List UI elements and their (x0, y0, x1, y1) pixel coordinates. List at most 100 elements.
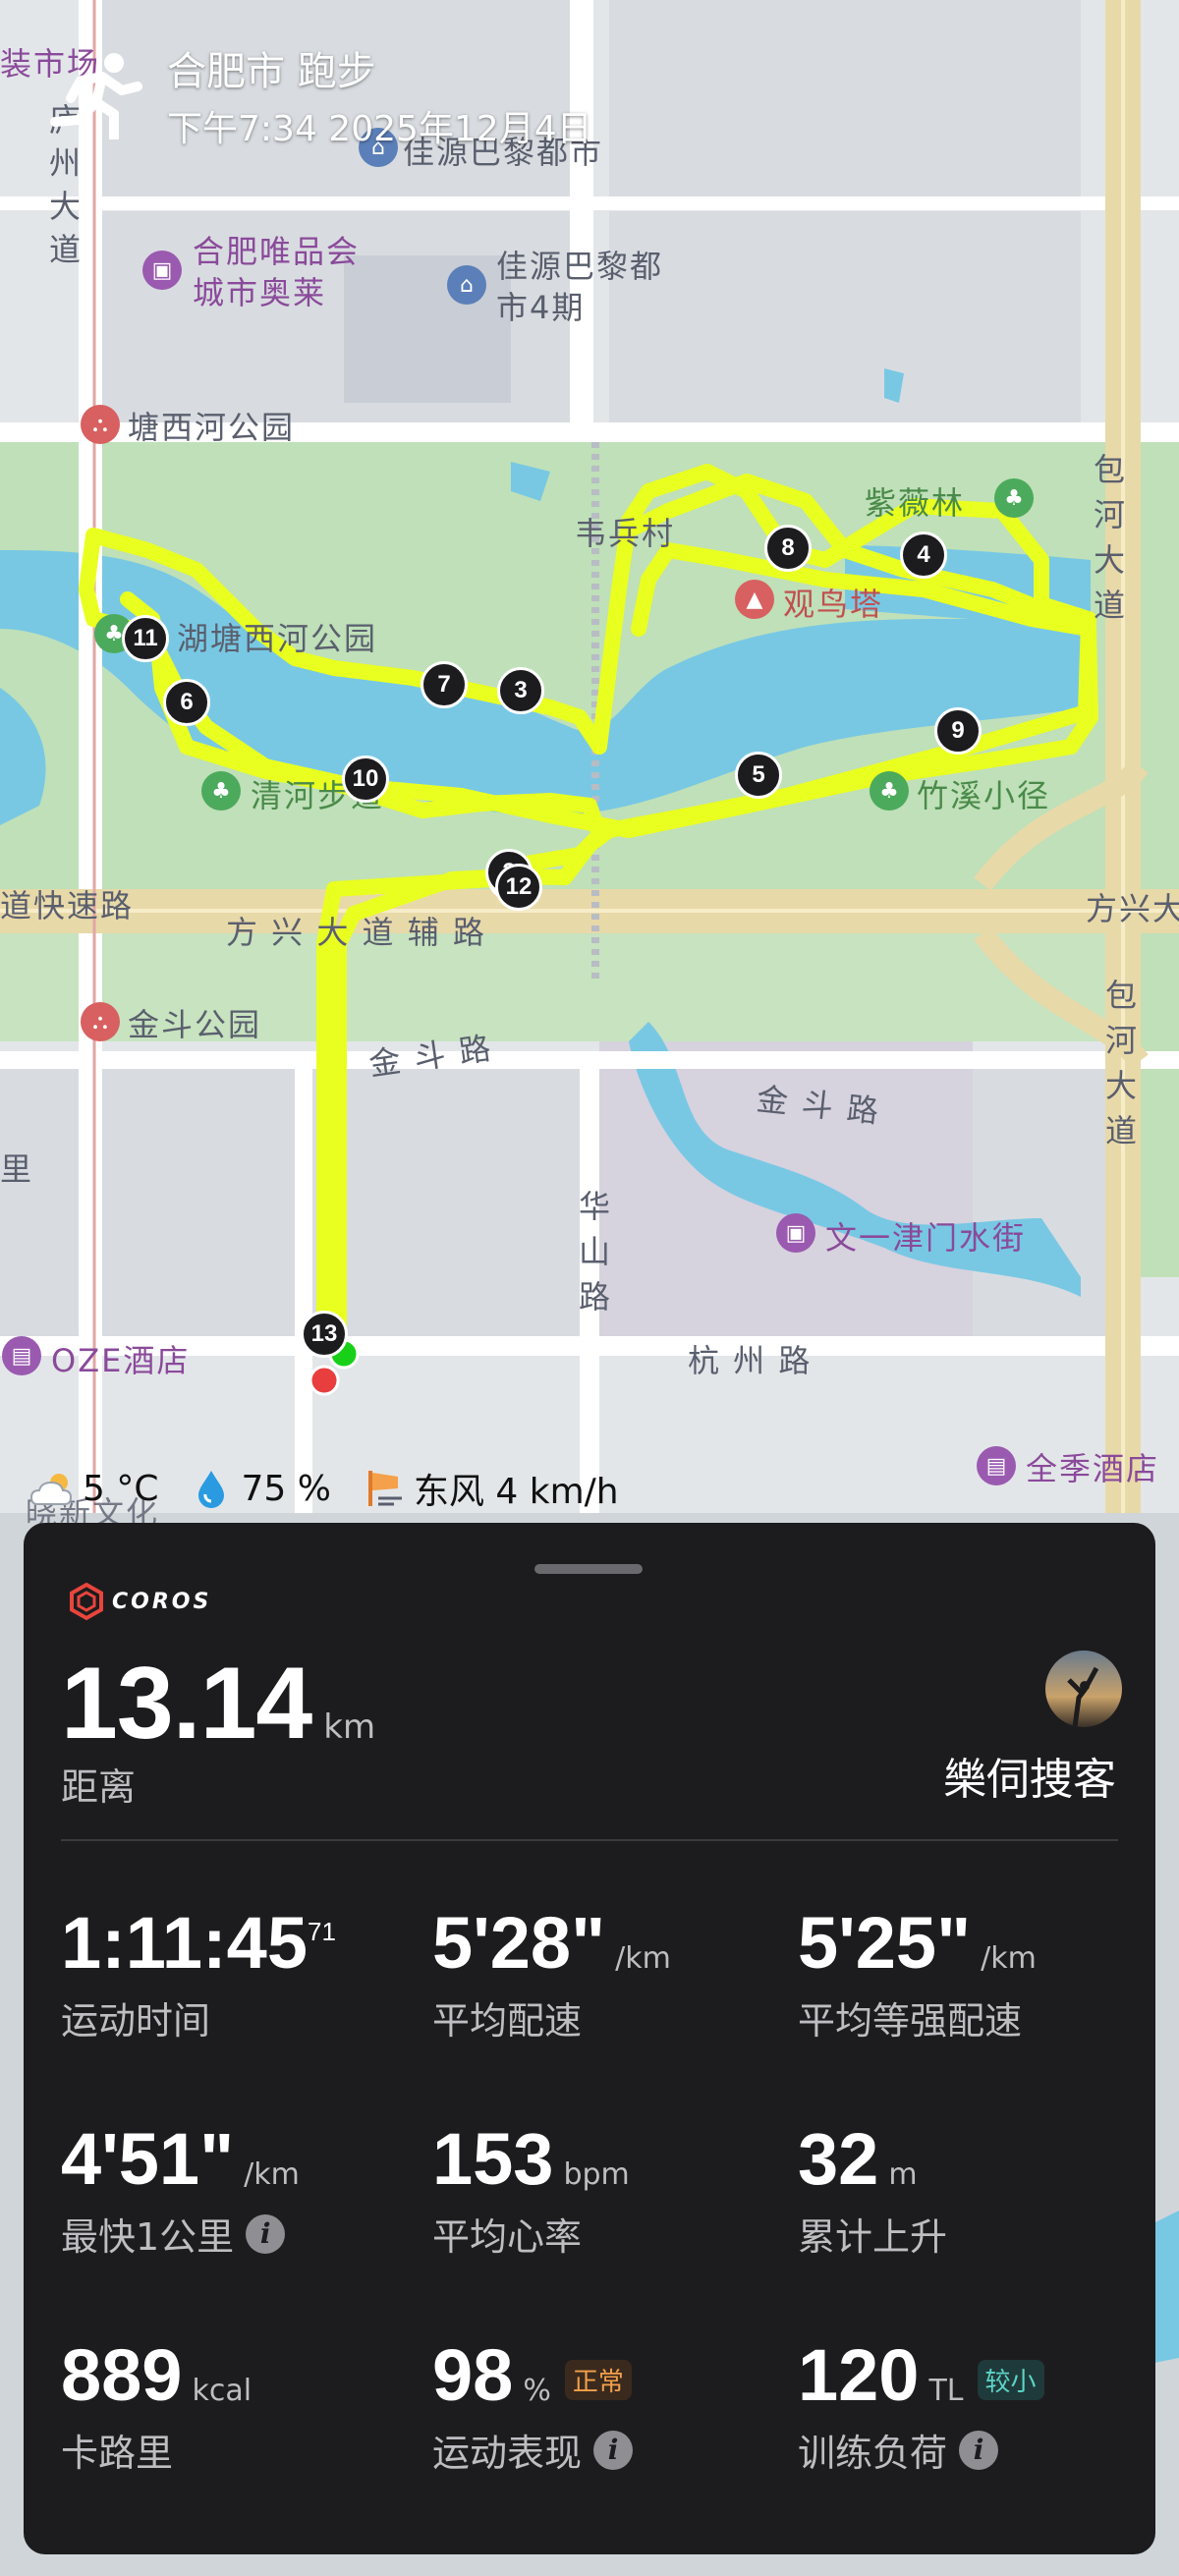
performance-value: 98 (432, 2334, 514, 2416)
stat-duration: 1:11:45 71 运动时间 (61, 1901, 336, 2044)
stat-performance: 98% 正常 运动表现 i (432, 2333, 634, 2477)
km-marker-6: 6 (163, 679, 210, 726)
duration-hundredths: 71 (307, 1917, 336, 1946)
training-load-label: 训练负荷 (798, 2432, 948, 2475)
stat-heart-rate: 153 bpm 平均心率 (432, 2117, 630, 2261)
calories-unit: kcal (192, 2374, 253, 2408)
map-label-oze: OZE酒店 (51, 1342, 191, 1379)
training-load-unit: TL (928, 2374, 964, 2408)
map-label-hangzhou: 杭 州 路 (688, 1342, 813, 1379)
username[interactable]: 樂伺捜客 (943, 1744, 1116, 1807)
map-hotel-icon: ▤ (977, 1446, 1016, 1485)
map-shop-icon: ▣ (142, 251, 182, 290)
calories-value: 889 (61, 2334, 183, 2416)
map-label-huashan: 华山路 (578, 1188, 612, 1316)
map-label-jiayuan4: 佳源巴黎都市4期 (496, 248, 664, 326)
divider (61, 1839, 1118, 1841)
heart-rate-label: 平均心率 (432, 2215, 583, 2259)
km-marker-13: 13 (301, 1311, 348, 1358)
map-shop-icon: ▣ (776, 1213, 815, 1253)
elevation-value: 32 (798, 2118, 879, 2200)
stat-elevation: 32 m 累计上升 (798, 2117, 947, 2261)
avg-pace-label: 平均配速 (432, 1999, 583, 2043)
stat-calories: 889 kcal 卡路里 (61, 2333, 252, 2477)
humidity-drop-icon (188, 1465, 235, 1512)
distance-label: 距离 (61, 1765, 137, 1809)
map-park-icon: ⛬ (81, 1002, 120, 1041)
map-tree-icon: ♣ (870, 771, 909, 811)
avg-pace-value: 5'28" (432, 1902, 606, 1984)
km-marker-12: 12 (495, 864, 542, 911)
elevation-label: 累计上升 (798, 2215, 948, 2259)
map-label-quanji: 全季酒店 (1026, 1450, 1160, 1487)
avg-pace-unit: /km (615, 1941, 671, 1976)
grade-pace-unit: /km (981, 1941, 1037, 1976)
map-label-wenyi: 文一津门水街 (825, 1219, 1027, 1257)
training-load-badge: 较小 (977, 2360, 1044, 2400)
stat-fastest-km: 4'51" /km 最快1公里 i (61, 2117, 300, 2261)
km-marker-5: 5 (735, 752, 782, 799)
info-icon[interactable]: i (593, 2430, 634, 2470)
km-marker-11: 11 (122, 615, 169, 662)
grade-pace-value: 5'25" (798, 1902, 972, 1984)
performance-label: 运动表现 (432, 2432, 583, 2475)
run-icon (45, 51, 143, 142)
km-marker-8: 8 (764, 525, 812, 572)
map-poi-icon: ⌂ (447, 265, 486, 305)
map-park-icon: ⛬ (81, 405, 120, 444)
coros-logo-icon (70, 1582, 103, 1621)
avatar[interactable] (1045, 1651, 1122, 1727)
weather-wind: 东风 4 km/h (413, 1472, 619, 1512)
map-label-weijia: 韦兵村 (575, 515, 676, 552)
distance-block: 13.14 km (61, 1646, 375, 1763)
performance-unit: % (523, 2374, 551, 2408)
weather-bar: 5 °C 75 % 东风 4 km/h (29, 1464, 619, 1513)
map-label-weipin: 合肥唯品会城市奥莱 (193, 233, 361, 311)
weather-humidity: 75 % (241, 1468, 331, 1509)
map-label-ziwei: 紫薇林 (865, 484, 966, 522)
duration-label: 运动时间 (61, 1999, 211, 2043)
activity-title: 合肥市 跑步 (167, 49, 376, 94)
map-tower-icon: ▲ (735, 580, 774, 619)
map-label-jindou-park: 金斗公园 (128, 1006, 262, 1043)
grade-pace-label: 平均等强配速 (798, 1999, 1023, 2043)
map-label-li: 里 (0, 1150, 34, 1188)
map-label-kuaisu: 道快速路 (0, 887, 135, 924)
heart-rate-value: 153 (432, 2118, 554, 2200)
km-marker-3: 3 (497, 667, 544, 714)
info-icon[interactable]: i (246, 2213, 286, 2254)
drag-handle[interactable] (534, 1564, 643, 1574)
cloud-sun-icon (29, 1465, 77, 1512)
calories-label: 卡路里 (61, 2432, 174, 2475)
map-label-zhuxi: 竹溪小径 (917, 777, 1051, 814)
km-marker-7: 7 (421, 661, 468, 708)
brand-name: COROS (112, 1589, 212, 1614)
km-marker-9: 9 (934, 707, 982, 755)
km-marker-4: 4 (900, 532, 947, 579)
fastest-km-unit: /km (244, 2157, 300, 2192)
fastest-km-label: 最快1公里 (61, 2215, 235, 2259)
training-load-value: 120 (798, 2334, 920, 2416)
weather-temp: 5 °C (83, 1468, 159, 1509)
map-tree-icon: ♣ (994, 478, 1034, 518)
map-label-tangxi: 塘西河公园 (128, 409, 296, 446)
distance-unit: km (323, 1708, 376, 1747)
stat-grade-pace: 5'25" /km 平均等强配速 (798, 1901, 1037, 2044)
map-label-fuxing: 方 兴 大 道 辅 路 (226, 914, 486, 951)
activity-summary-panel: COROS 13.14 km 距离 樂伺捜客 1:11:45 71 运动时间 5'2… (24, 1523, 1155, 2554)
performance-status-badge: 正常 (564, 2360, 632, 2400)
map-label-baohe2: 包河大道 (1104, 977, 1139, 1149)
stat-training-load: 120 TL 较小 训练负荷 i (798, 2333, 1044, 2477)
elevation-unit: m (888, 2157, 918, 2192)
map-label-hutang: 湖塘西河公园 (177, 620, 378, 657)
map-hotel-icon: ▤ (2, 1336, 41, 1375)
wind-flag-icon (361, 1465, 408, 1512)
map-label-fangxing: 方兴大 (1086, 890, 1179, 927)
duration-value: 1:11:45 (61, 1902, 308, 1984)
info-icon[interactable]: i (959, 2430, 999, 2470)
heart-rate-unit: bpm (563, 2157, 630, 2192)
stat-avg-pace: 5'28" /km 平均配速 (432, 1901, 671, 2044)
map-label-baohe1: 包河大道 (1093, 451, 1127, 624)
map-label-guanniao: 观鸟塔 (783, 586, 884, 623)
distance-value: 13.14 (61, 1647, 312, 1761)
